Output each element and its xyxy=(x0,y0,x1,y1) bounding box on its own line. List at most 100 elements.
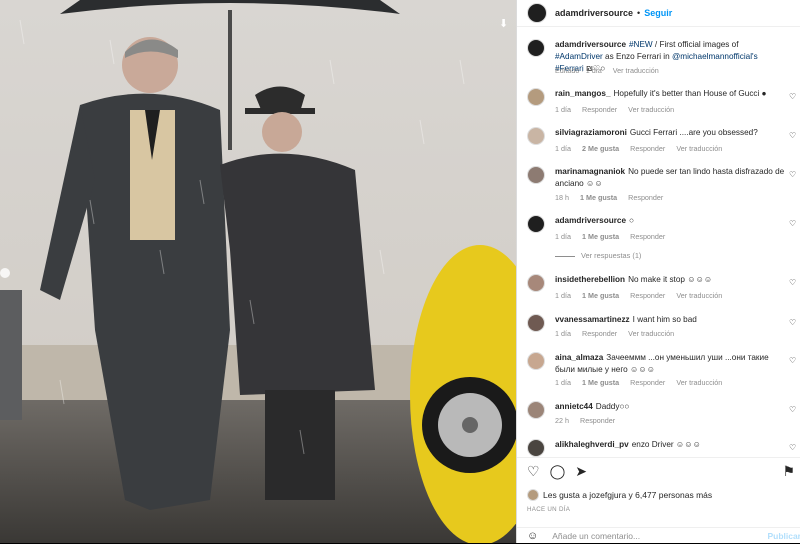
like-comment-icon[interactable]: ♡ xyxy=(789,318,797,327)
comment-body: I want him so bad xyxy=(632,315,697,324)
comment-text: silviagraziamoroni Gucci Ferrari ....are … xyxy=(555,127,785,139)
comment-likes[interactable]: 2 Me gusta xyxy=(582,144,619,153)
comment-avatar[interactable] xyxy=(527,439,545,457)
hashtag-new[interactable]: #NEW xyxy=(629,40,653,49)
translate-link[interactable]: Ver traducción xyxy=(628,105,674,114)
comment-avatar[interactable] xyxy=(527,88,545,106)
comment-age: 1 día xyxy=(555,144,571,153)
caption-part: / First official images of xyxy=(652,40,739,49)
comment-username[interactable]: rain_mangos_ xyxy=(555,89,611,98)
comment-icon[interactable]: ◯ xyxy=(550,463,566,480)
comment-likes[interactable]: 1 Me gusta xyxy=(582,378,619,387)
reply-button[interactable]: Responder xyxy=(582,105,617,114)
comment-age: 1 día xyxy=(555,105,571,114)
comment-age: 1 día xyxy=(555,232,571,241)
comment-username[interactable]: annietc44 xyxy=(555,402,593,411)
reply-button[interactable]: Responder xyxy=(582,329,617,338)
add-comment-bar: ☺ Añade un comentario... Publicar xyxy=(517,527,800,544)
heart-icon[interactable]: ♡ xyxy=(527,463,540,480)
mention-michaelmann[interactable]: @michaelmannofficial's xyxy=(672,52,758,61)
translate-link[interactable]: Ver traducción xyxy=(676,378,722,387)
reply-button[interactable]: Responder xyxy=(630,378,665,387)
author-avatar[interactable] xyxy=(527,3,547,23)
comment-username[interactable]: adamdriversource xyxy=(555,216,626,225)
post-date: HACE UN DÍA xyxy=(527,506,571,513)
comment-avatar[interactable] xyxy=(527,215,545,233)
comment-input[interactable]: Añade un comentario... xyxy=(552,531,640,541)
comment-body: No make it stop ☺☺☺ xyxy=(628,275,713,284)
comment-text: rain_mangos_ Hopefully it's better than H… xyxy=(555,88,785,100)
like-comment-icon[interactable]: ♡ xyxy=(789,356,797,365)
comment-avatar[interactable] xyxy=(527,166,545,184)
comment-text: alikhaleghverdi_pv enzo Driver ☺☺☺ xyxy=(555,439,785,451)
reply-button[interactable]: Responder xyxy=(580,416,615,425)
like-comment-icon[interactable]: ♡ xyxy=(789,443,797,452)
comment-meta: 22 h Responder xyxy=(555,416,624,425)
comment-text: vvanessamartinezz I want him so bad xyxy=(555,314,785,326)
translate-link[interactable]: Ver traducción xyxy=(676,144,722,153)
emoji-icon[interactable]: ☺ xyxy=(527,530,538,542)
caption-edited: Editado · 1 día xyxy=(555,66,602,75)
comment-username[interactable]: insidetherebellion xyxy=(555,275,625,284)
like-comment-icon[interactable]: ♡ xyxy=(789,219,797,228)
hashtag-adamdriver[interactable]: #AdamDriver xyxy=(555,52,603,61)
like-comment-icon[interactable]: ♡ xyxy=(789,278,797,287)
follow-button[interactable]: Seguir xyxy=(644,8,672,18)
view-replies-button[interactable]: Ver respuestas (1) xyxy=(555,251,641,260)
comment-text: aina_almaza Зачееммм ...он уменьшил уши .… xyxy=(555,352,785,376)
download-icon[interactable]: ⬇ xyxy=(499,17,508,30)
comment-meta: 1 día Responder Ver traducción xyxy=(555,329,683,338)
like-comment-icon[interactable]: ♡ xyxy=(789,405,797,414)
comments-list[interactable]: adamdriversource #NEW / First official im… xyxy=(517,27,800,457)
caption-meta: Editado · 1 día Ver traducción xyxy=(555,66,668,75)
comment-body: ○ xyxy=(629,216,634,225)
post-photo[interactable]: ⬇ xyxy=(0,0,516,543)
likes-summary[interactable]: Les gusta a jozefgjura y 6,477 personas … xyxy=(527,489,712,501)
caption-translate-link[interactable]: Ver traducción xyxy=(613,66,659,75)
comment-age: 1 día xyxy=(555,291,571,300)
carousel-prev-button[interactable] xyxy=(0,268,10,278)
like-comment-icon[interactable]: ♡ xyxy=(789,131,797,140)
reply-button[interactable]: Responder xyxy=(630,144,665,153)
reply-button[interactable]: Responder xyxy=(630,291,665,300)
comment-avatar[interactable] xyxy=(527,401,545,419)
comment-username[interactable]: marinamagnaniok xyxy=(555,167,625,176)
like-comment-icon[interactable]: ♡ xyxy=(789,92,797,101)
comment-avatar[interactable] xyxy=(527,274,545,292)
translate-link[interactable]: Ver traducción xyxy=(676,291,722,300)
rain-scene-illustration xyxy=(0,0,516,543)
reply-button[interactable]: Responder xyxy=(630,232,665,241)
comment-username[interactable]: alikhaleghverdi_pv xyxy=(555,440,629,449)
comment-username[interactable]: silviagraziamoroni xyxy=(555,128,627,137)
share-icon[interactable]: ➤ xyxy=(575,463,587,480)
separator-dot: • xyxy=(637,8,641,18)
liker-avatar xyxy=(527,489,539,501)
comment-body: Hopefully it's better than House of Gucc… xyxy=(613,89,767,98)
caption-part: as Enzo Ferrari in xyxy=(602,52,672,61)
bookmark-icon[interactable]: ⚑ xyxy=(782,463,795,480)
caption-username[interactable]: adamdriversource xyxy=(555,40,626,49)
comment-meta: 1 día Responder Ver traducción xyxy=(555,105,683,114)
comment-body: enzo Driver ☺☺☺ xyxy=(631,440,701,449)
reply-button[interactable]: Responder xyxy=(628,193,663,202)
author-username[interactable]: adamdriversource xyxy=(555,8,633,18)
replies-line xyxy=(555,255,575,257)
comment-likes[interactable]: 1 Me gusta xyxy=(582,232,619,241)
comment-username[interactable]: aina_almaza xyxy=(555,353,603,362)
comment-avatar[interactable] xyxy=(527,352,545,370)
comment-likes[interactable]: 1 Me gusta xyxy=(582,291,619,300)
caption-avatar[interactable] xyxy=(527,39,545,57)
publish-button[interactable]: Publicar xyxy=(767,531,800,541)
comment-text: marinamagnaniok No puede ser tan lindo ha… xyxy=(555,166,785,190)
comment-meta: 1 día 1 Me gusta Responder Ver traducció… xyxy=(555,378,731,387)
comment-text: annietc44 Daddy○○ xyxy=(555,401,785,413)
comment-age: 18 h xyxy=(555,193,569,202)
comment-text: insidetherebellion No make it stop ☺☺☺ xyxy=(555,274,785,286)
translate-link[interactable]: Ver traducción xyxy=(628,329,674,338)
comment-avatar[interactable] xyxy=(527,127,545,145)
comment-username[interactable]: vvanessamartinezz xyxy=(555,315,630,324)
comment-avatar[interactable] xyxy=(527,314,545,332)
comment-age: 1 día xyxy=(555,329,571,338)
like-comment-icon[interactable]: ♡ xyxy=(789,170,797,179)
comment-likes[interactable]: 1 Me gusta xyxy=(580,193,617,202)
